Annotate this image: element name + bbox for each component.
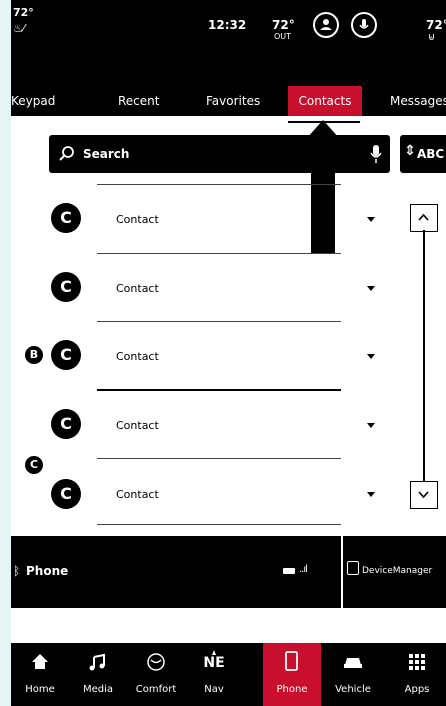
driver-profile-button[interactable] (313, 12, 339, 38)
nav-comfort[interactable]: Comfort (127, 643, 185, 706)
music-note-icon (89, 653, 105, 671)
marker-c: C (25, 456, 43, 474)
contact-divider (97, 524, 341, 525)
contact-row[interactable]: C Contact (11, 459, 446, 527)
bluetooth-icon: ᛒ (13, 564, 21, 578)
phone-tabs: Keypad Recent Favorites Contacts Message… (11, 56, 446, 116)
compass-heading: NE (203, 655, 225, 671)
nav-vehicle[interactable]: Vehicle (324, 643, 382, 706)
home-icon (32, 654, 48, 669)
device-manager-button[interactable]: DeviceManager (341, 536, 446, 608)
tab-contacts[interactable]: Contacts (288, 86, 362, 116)
search-label: Search (83, 147, 130, 161)
contact-name: Contact (116, 282, 159, 295)
microphone-icon[interactable] (369, 143, 383, 165)
bottom-navigation: Home Media Comfort NE Nav Phone Vehicle (11, 643, 446, 706)
phone-icon (285, 651, 298, 671)
person-icon (320, 19, 332, 30)
nav-home-label: Home (25, 684, 55, 695)
phone-label: Phone (26, 564, 69, 578)
nav-media-label: Media (82, 684, 114, 695)
nav-phone-label: Phone (276, 684, 308, 695)
nav-nav[interactable]: NE Nav (185, 643, 243, 706)
contact-row[interactable]: C Contact (11, 391, 446, 459)
comfort-icon (147, 653, 165, 671)
contact-avatar: C (51, 203, 81, 233)
clock: 12:32 (208, 18, 247, 32)
right-seat-heat-icon[interactable]: ⊌ (428, 32, 435, 43)
search-icon (59, 146, 74, 161)
seat-heat-icon[interactable]: ♨⁄ (13, 22, 25, 35)
nav-comfort-label: Comfort (135, 684, 177, 695)
vehicle-icon (344, 658, 362, 668)
contact-avatar: C (51, 409, 81, 439)
tab-messages[interactable]: Messages (390, 94, 446, 108)
nav-apps[interactable]: Apps (388, 643, 446, 706)
nav-apps-label: Apps (404, 684, 430, 695)
tab-favorites[interactable]: Favorites (206, 94, 260, 108)
chevron-down-icon[interactable] (367, 286, 375, 291)
tab-keypad[interactable]: Keypad (11, 94, 55, 108)
marker-b: B (25, 346, 43, 364)
contact-row[interactable]: C Contact (11, 185, 446, 253)
right-temperature[interactable]: 72° (426, 18, 446, 32)
alphabet-arrows-icon: ⇕ (404, 143, 416, 159)
chevron-down-icon (418, 491, 429, 499)
chevron-up-icon (418, 213, 429, 221)
scroll-up-button[interactable] (410, 204, 438, 232)
microphone-icon (359, 19, 369, 29)
alphabet-jump-button[interactable]: ⇕ ABC (400, 135, 446, 173)
chevron-down-icon[interactable] (367, 217, 375, 222)
voice-button[interactable] (351, 12, 377, 38)
nav-home[interactable]: Home (11, 643, 69, 706)
apps-grid-icon (409, 654, 425, 670)
abc-label: ABC (417, 147, 445, 161)
contact-avatar: C (51, 340, 81, 370)
tab-recent[interactable]: Recent (118, 94, 159, 108)
chevron-down-icon[interactable] (367, 492, 375, 497)
contact-name: Contact (116, 350, 159, 363)
contact-row[interactable]: C Contact (11, 254, 446, 322)
device-manager-icon (347, 561, 359, 575)
battery-icon (283, 568, 295, 574)
nav-phone[interactable]: Phone (263, 643, 321, 706)
nav-nav-label: Nav (204, 684, 224, 695)
outside-temperature: 72° (272, 18, 295, 32)
scroll-down-button[interactable] (410, 481, 438, 509)
contact-row[interactable]: C Contact (11, 322, 446, 390)
contact-name: Contact (116, 419, 159, 432)
phone-connection-bar: ᛒ Phone ..ıl DeviceManager (11, 536, 446, 608)
scrollbar-track[interactable] (423, 230, 425, 494)
left-temperature[interactable]: 72° (13, 6, 34, 19)
contact-avatar: C (51, 272, 81, 302)
status-bar: 72° ♨⁄ 12:32 72° OUT 72° ⊌ (11, 0, 446, 56)
nav-vehicle-label: Vehicle (335, 684, 371, 695)
contact-avatar: C (51, 479, 81, 509)
phone-screen: 72° ♨⁄ 12:32 72° OUT 72° ⊌ Keypad Recent… (11, 0, 446, 706)
contact-name: Contact (116, 213, 159, 226)
contact-name: Contact (116, 488, 159, 501)
chevron-down-icon[interactable] (367, 354, 375, 359)
outside-label: OUT (274, 32, 292, 41)
signal-strength-icon: ..ıl (299, 564, 308, 575)
nav-media[interactable]: Media (69, 643, 127, 706)
chevron-down-icon[interactable] (367, 423, 375, 428)
device-manager-label: DeviceManager (362, 566, 433, 576)
